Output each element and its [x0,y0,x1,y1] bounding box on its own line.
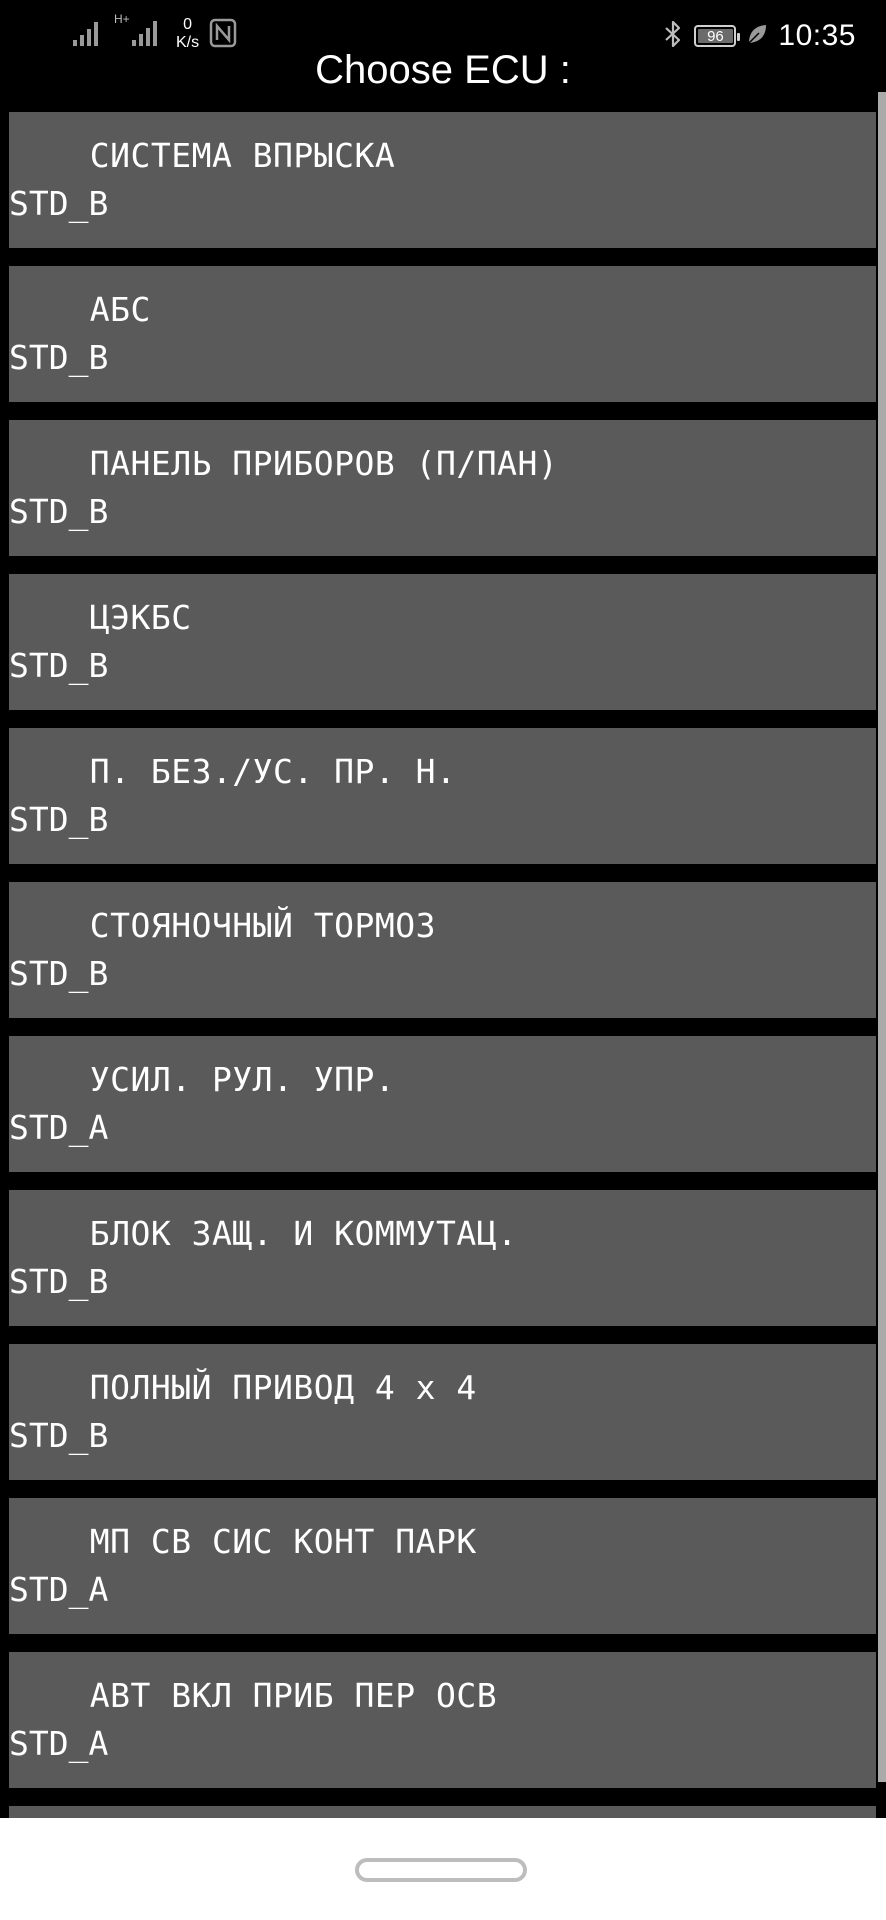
ecu-protocol: STD_B [9,492,109,531]
ecu-item-6[interactable]: УСИЛ. РУЛ. УПР. STD_A [9,1036,876,1172]
ecu-item-5[interactable]: СТОЯНОЧНЫЙ ТОРМОЗ STD_B [9,882,876,1018]
power-saving-leaf-icon [746,22,768,50]
ecu-protocol: STD_B [9,184,109,223]
ecu-list: СИСТЕМА ВПРЫСКА STD_B АБС STD_B ПАНЕЛЬ П… [0,112,886,1818]
status-left-group: H+ 0 K/s [72,12,237,52]
page-title: Choose ECU : [0,52,886,102]
ecu-name: МП СВ СИС КОНТ ПАРК [49,1522,477,1561]
ecu-name: СИСТЕМА ВПРЫСКА [49,136,396,175]
ecu-name: ПАНЕЛЬ ПРИБОРОВ (П/ПАН) [49,444,559,483]
ecu-protocol: STD_B [9,954,109,993]
status-right-group: 96 10:35 [662,16,856,56]
ecu-item-9[interactable]: МП СВ СИС КОНТ ПАРК STD_A [9,1498,876,1634]
home-gesture-handle[interactable] [355,1858,527,1882]
nfc-icon [209,18,237,52]
ecu-item-1[interactable]: АБС STD_B [9,266,876,402]
list-scrollbar[interactable] [878,92,886,1782]
ecu-name: АВТ ВКЛ ПРИБ ПЕР ОСВ [49,1676,498,1715]
scrollbar-thumb[interactable] [878,92,886,1782]
ecu-name: БЛОК ЗАЩ. И КОММУТАЦ. [49,1214,518,1253]
ecu-name: АБС [49,290,151,329]
page-title-text: Choose ECU : [315,52,571,92]
ecu-protocol: STD_A [9,1724,109,1763]
signal-strength-icon [72,18,102,52]
battery-level: 96 [707,27,724,45]
ecu-name: УСИЛ. РУЛ. УПР. [49,1060,396,1099]
navigation-bar [0,1818,886,1920]
ecu-item-3[interactable]: ЦЭКБС STD_B [9,574,876,710]
ecu-item-10[interactable]: АВТ ВКЛ ПРИБ ПЕР ОСВ STD_A [9,1652,876,1788]
ecu-protocol: STD_A [9,1108,109,1147]
net-speed-unit: K/s [176,34,200,51]
ecu-item-partial[interactable] [9,1806,876,1818]
ecu-name: ПОЛНЫЙ ПРИВОД 4 x 4 [49,1368,477,1407]
battery-icon: 96 [694,25,741,47]
ecu-item-0[interactable]: СИСТЕМА ВПРЫСКА STD_B [9,112,876,248]
ecu-item-7[interactable]: БЛОК ЗАЩ. И КОММУТАЦ. STD_B [9,1190,876,1326]
ecu-item-2[interactable]: ПАНЕЛЬ ПРИБОРОВ (П/ПАН) STD_B [9,420,876,556]
network-type-label: H+ [114,12,130,26]
ecu-name: ЦЭКБС [49,598,192,637]
net-speed-indicator: 0 K/s [176,16,199,52]
ecu-protocol: STD_B [9,338,109,377]
ecu-item-8[interactable]: ПОЛНЫЙ ПРИВОД 4 x 4 STD_B [9,1344,876,1480]
signal-strength-secondary-icon: H+ [112,12,160,52]
ecu-protocol: STD_B [9,1416,109,1455]
ecu-protocol: STD_A [9,1570,109,1609]
ecu-name: СТОЯНОЧНЫЙ ТОРМОЗ [49,906,436,945]
ecu-protocol: STD_B [9,800,109,839]
net-speed-value: 0 [183,16,193,33]
ecu-name: П. БЕЗ./УС. ПР. Н. [49,752,457,791]
ecu-item-4[interactable]: П. БЕЗ./УС. ПР. Н. STD_B [9,728,876,864]
ecu-protocol: STD_B [9,1262,109,1301]
status-clock: 10:35 [778,19,856,52]
bluetooth-icon [662,19,684,53]
ecu-protocol: STD_B [9,646,109,685]
